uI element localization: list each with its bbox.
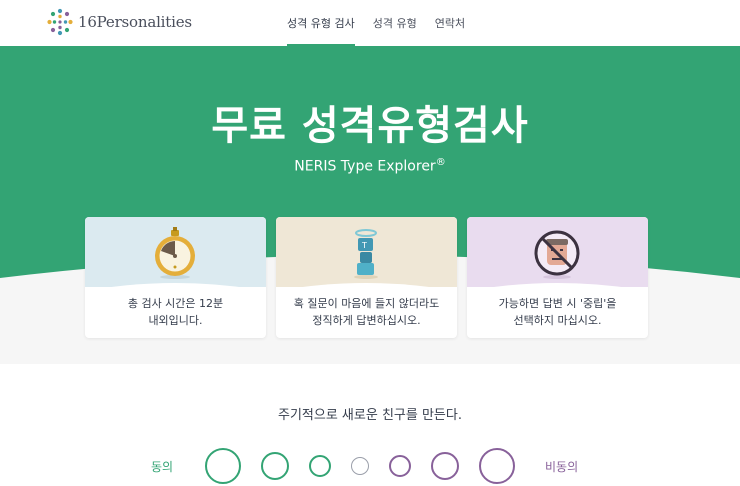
- tip-text: 가능하면 답변 시 '중립'을 선택하지 마십시오.: [498, 297, 617, 327]
- tip-card-neutral: 가능하면 답변 시 '중립'을 선택하지 마십시오.: [467, 217, 648, 338]
- subtitle-text: NERIS Type Explorer: [294, 158, 436, 175]
- nav-item-test[interactable]: 성격 유형 검사: [287, 0, 355, 46]
- nav-item-contact[interactable]: 연락처: [435, 0, 465, 46]
- stopwatch-icon: [155, 227, 195, 279]
- no-neutral-face-icon: [534, 230, 580, 279]
- question-text: 주기적으로 새로운 친구를 만든다.: [278, 408, 462, 423]
- page-subtitle: NERIS Type Explorer®: [0, 157, 740, 175]
- svg-text:T: T: [361, 241, 367, 250]
- answer-option-agree[interactable]: [261, 452, 289, 480]
- answer-option-disagree-slight[interactable]: [389, 455, 411, 477]
- top-navigation-bar: 16Personalities 성격 유형 검사 성격 유형 연락처: [0, 0, 740, 46]
- tip-text: 총 검사 시간은 12분 내외입니다.: [127, 297, 224, 327]
- brand-logo[interactable]: 16Personalities: [46, 8, 192, 36]
- answer-option-disagree-strong[interactable]: [479, 448, 515, 484]
- tip-card-honesty: T 혹 질문이 마음에 들지 않더라도 정직하게 답변하십시오.: [276, 217, 457, 338]
- page-title: 무료 성격유형검사: [211, 103, 529, 149]
- agree-label: 동의: [151, 460, 174, 474]
- brand-name: 16Personalities: [78, 13, 192, 31]
- answer-option-neutral[interactable]: [351, 457, 369, 475]
- answer-option-agree-slight[interactable]: [309, 455, 331, 477]
- disagree-label: 비동의: [545, 460, 579, 474]
- honest-figure-icon: T: [354, 229, 378, 279]
- answer-option-agree-strong[interactable]: [205, 448, 241, 484]
- registered-mark: ®: [435, 157, 446, 168]
- nav-item-types[interactable]: 성격 유형: [373, 0, 417, 46]
- answer-option-disagree[interactable]: [431, 452, 459, 480]
- main-nav: 성격 유형 검사 성격 유형 연락처: [287, 0, 483, 46]
- logo-dots-icon: [47, 8, 73, 36]
- tip-text: 혹 질문이 마음에 들지 않더라도 정직하게 답변하십시오.: [293, 297, 440, 327]
- tip-card-time: 총 검사 시간은 12분 내외입니다.: [85, 217, 266, 338]
